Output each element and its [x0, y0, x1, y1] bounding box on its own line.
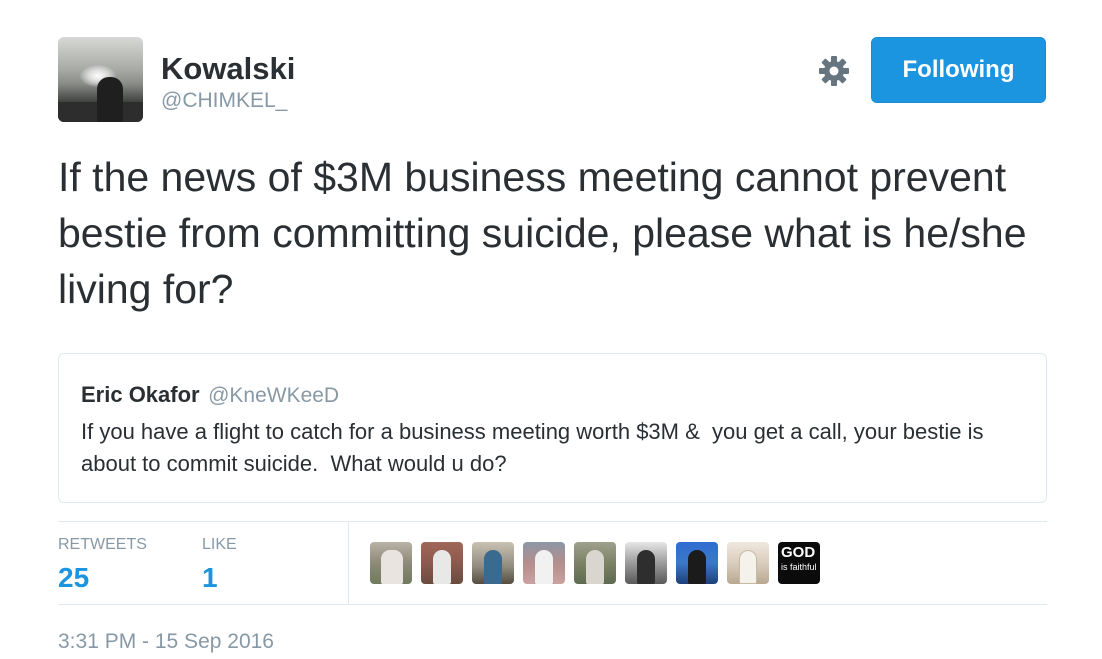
- tweet-timestamp[interactable]: 3:31 PM - 15 Sep 2016: [58, 630, 274, 654]
- author-handle[interactable]: @CHIMKEL_: [161, 89, 287, 113]
- liker-figure: [688, 550, 706, 584]
- liker-avatar[interactable]: GOD is faithful: [778, 542, 820, 584]
- liker-figure: [535, 550, 553, 584]
- gear-icon-graphic: [819, 56, 849, 86]
- liker-avatar[interactable]: [523, 542, 565, 584]
- quoted-tweet-text: If you have a flight to catch for a busi…: [81, 419, 990, 476]
- liker-avatar[interactable]: [574, 542, 616, 584]
- retweets-label: RETWEETS: [58, 536, 147, 553]
- quoted-tweet-header: Eric Okafor @KneWKeeD: [81, 382, 339, 408]
- liker-avatar[interactable]: [676, 542, 718, 584]
- liker-figure: [586, 550, 604, 584]
- likes-count: 1: [202, 562, 218, 593]
- liker-figure: [637, 550, 655, 584]
- likes-stat[interactable]: LIKE 1: [202, 536, 237, 594]
- author-name[interactable]: Kowalski: [161, 51, 295, 87]
- liker-god-text: GOD: [781, 544, 816, 561]
- quoted-author-name: Eric Okafor: [81, 382, 200, 407]
- liker-figure: [739, 550, 757, 584]
- gear-icon[interactable]: [818, 55, 850, 87]
- quoted-author-handle: @KneWKeeD: [208, 384, 340, 407]
- liker-avatar[interactable]: [421, 542, 463, 584]
- liker-figure: [381, 550, 403, 584]
- liker-figure: [484, 550, 502, 584]
- retweets-count: 25: [58, 562, 90, 593]
- tweet-text: If the news of $3M business meeting cann…: [58, 154, 1027, 312]
- following-button[interactable]: Following: [871, 37, 1046, 103]
- author-avatar[interactable]: [58, 37, 143, 122]
- liker-avatar[interactable]: [472, 542, 514, 584]
- liker-avatar[interactable]: [370, 542, 412, 584]
- liker-god-subtext: is faithful: [781, 562, 817, 572]
- stats-bottom-divider: [58, 604, 1047, 605]
- tweet-header: Kowalski @CHIMKEL_ Following: [58, 37, 1046, 123]
- liker-avatar[interactable]: [727, 542, 769, 584]
- liker-figure: [433, 550, 451, 584]
- stats-vertical-divider: [348, 521, 349, 604]
- avatar-person-silhouette: [97, 77, 123, 122]
- liker-avatar[interactable]: [625, 542, 667, 584]
- liker-avatars: GOD is faithful: [370, 542, 820, 584]
- likes-label: LIKE: [202, 536, 237, 553]
- stats-top-divider: [58, 521, 1047, 522]
- retweets-stat[interactable]: RETWEETS 25: [58, 536, 147, 594]
- quoted-tweet[interactable]: Eric Okafor @KneWKeeD If you have a flig…: [58, 353, 1047, 503]
